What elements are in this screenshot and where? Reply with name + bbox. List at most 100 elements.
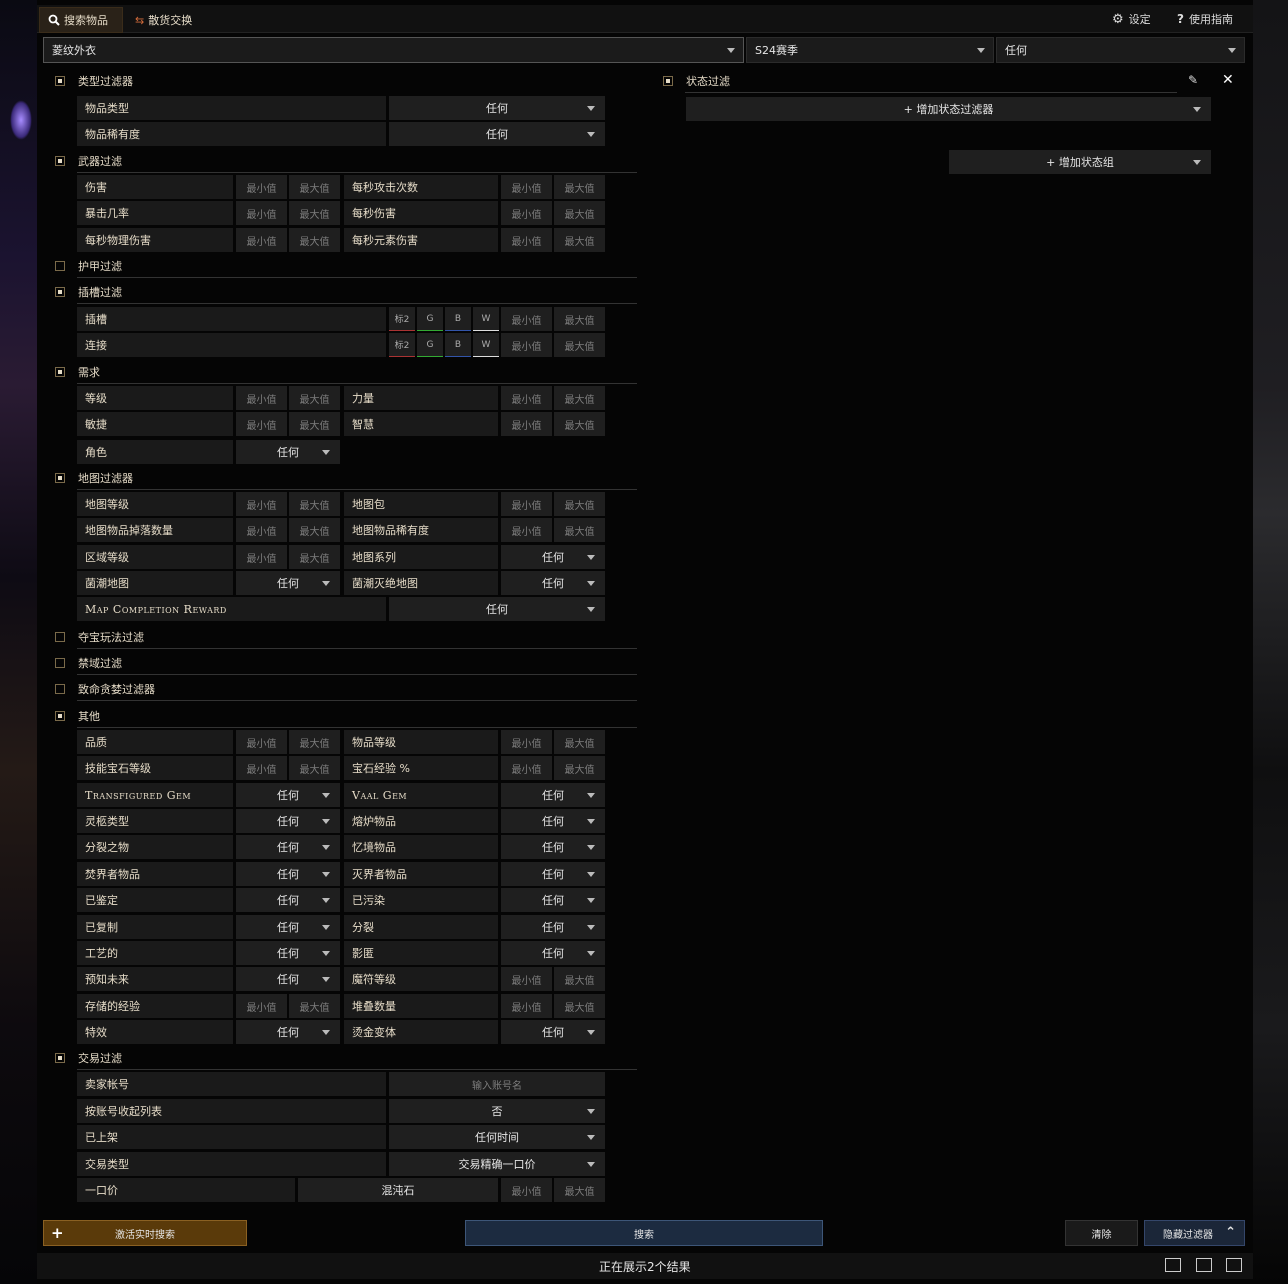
links-min-input[interactable]: 最小值 [501, 333, 552, 357]
aps-max-input[interactable]: 最大值 [554, 175, 605, 199]
int-min-input[interactable]: 最小值 [501, 412, 552, 436]
foreseeing-select[interactable]: 任何 [236, 967, 340, 991]
sanctum-filter-toggle[interactable] [55, 658, 65, 668]
stat-filter-toggle[interactable] [663, 76, 673, 86]
close-icon[interactable]: ✕ [1222, 72, 1234, 88]
ravaged-select[interactable]: 任何 [501, 571, 605, 595]
layout-normal-icon[interactable] [1196, 1258, 1212, 1272]
ilvl-min-input[interactable]: 最小值 [501, 730, 552, 754]
weapon-filter-toggle[interactable] [55, 156, 65, 166]
links-white-input[interactable]: W [473, 333, 499, 357]
item-type-select[interactable]: 任何 [389, 96, 605, 120]
gem-level-min-input[interactable]: 最小值 [236, 756, 287, 780]
sale-type-select[interactable]: 交易精确一口价 [389, 1152, 605, 1176]
int-max-input[interactable]: 最大值 [554, 412, 605, 436]
type-filter-toggle[interactable] [55, 76, 65, 86]
gem-exp-max-input[interactable]: 最大值 [554, 756, 605, 780]
split-select[interactable]: 任何 [501, 915, 605, 939]
pdps-min-input[interactable]: 最小值 [236, 228, 287, 252]
map-series-select[interactable]: 任何 [501, 545, 605, 569]
sockets-blue-input[interactable]: B [445, 307, 471, 331]
ultimatum-filter-toggle[interactable] [55, 684, 65, 694]
fractured-select[interactable]: 任何 [236, 835, 340, 859]
crafted-select[interactable]: 任何 [236, 941, 340, 965]
tab-bulk-exchange[interactable]: ⇆ 散货交换 [127, 7, 207, 33]
mirrored-select[interactable]: 任何 [236, 915, 340, 939]
area-level-max-input[interactable]: 最大值 [289, 545, 340, 569]
stored-exp-min-input[interactable]: 最小值 [236, 994, 287, 1018]
gem-level-max-input[interactable]: 最大值 [289, 756, 340, 780]
stack-size-min-input[interactable]: 最小值 [501, 994, 552, 1018]
map-iir-min-input[interactable]: 最小值 [501, 518, 552, 542]
rarity-select[interactable]: 任何 [389, 122, 605, 146]
aps-min-input[interactable]: 最小值 [501, 175, 552, 199]
heist-filter-toggle[interactable] [55, 632, 65, 642]
ilvl-max-input[interactable]: 最大值 [554, 730, 605, 754]
veiled-select[interactable]: 任何 [501, 941, 605, 965]
damage-max-input[interactable]: 最大值 [289, 175, 340, 199]
vaal-gem-select[interactable]: 任何 [501, 783, 605, 807]
settings-button[interactable]: ⚙ 设定 [1112, 11, 1151, 27]
links-green-input[interactable]: G [417, 333, 443, 357]
trade-filter-toggle[interactable] [55, 1053, 65, 1063]
transfigured-select[interactable]: 任何 [236, 783, 340, 807]
live-search-button[interactable]: + 激活实时搜索 [43, 1220, 247, 1246]
map-packsize-max-input[interactable]: 最大值 [554, 492, 605, 516]
layout-wide-icon[interactable] [1226, 1258, 1242, 1272]
clear-button[interactable]: 清除 [1065, 1220, 1138, 1246]
searing-select[interactable]: 任何 [236, 862, 340, 886]
corpse-select[interactable]: 任何 [236, 809, 340, 833]
map-iir-max-input[interactable]: 最大值 [554, 518, 605, 542]
crit-max-input[interactable]: 最大值 [289, 201, 340, 225]
corrupted-select[interactable]: 任何 [501, 888, 605, 912]
map-tier-max-input[interactable]: 最大值 [289, 492, 340, 516]
armour-filter-toggle[interactable] [55, 261, 65, 271]
map-iiq-min-input[interactable]: 最小值 [236, 518, 287, 542]
layout-compact-icon[interactable] [1165, 1258, 1181, 1272]
crit-min-input[interactable]: 最小值 [236, 201, 287, 225]
map-tier-min-input[interactable]: 最小值 [236, 492, 287, 516]
currency-select[interactable]: 混沌石 [298, 1178, 498, 1202]
quality-max-input[interactable]: 最大值 [289, 730, 340, 754]
dps-min-input[interactable]: 最小值 [501, 201, 552, 225]
map-packsize-min-input[interactable]: 最小值 [501, 492, 552, 516]
socket-filter-toggle[interactable] [55, 287, 65, 297]
guide-button[interactable]: ? 使用指南 [1177, 11, 1233, 27]
rune-tier-max-input[interactable]: 最大值 [554, 967, 605, 991]
add-stat-group-select[interactable]: + 增加状态组 [949, 150, 1211, 174]
effect-select[interactable]: 任何 [236, 1020, 340, 1044]
stack-size-max-input[interactable]: 最大值 [554, 994, 605, 1018]
sockets-max-input[interactable]: 最大值 [554, 307, 605, 331]
map-iiq-max-input[interactable]: 最大值 [289, 518, 340, 542]
level-min-input[interactable]: 最小值 [236, 386, 287, 410]
dps-max-input[interactable]: 最大值 [554, 201, 605, 225]
search-button[interactable]: 搜索 [465, 1220, 823, 1246]
crucible-select[interactable]: 任何 [501, 809, 605, 833]
buyout-max-input[interactable]: 最大值 [554, 1178, 605, 1202]
links-max-input[interactable]: 最大值 [554, 333, 605, 357]
sockets-red-input[interactable]: 标2 [389, 307, 415, 331]
edps-max-input[interactable]: 最大值 [554, 228, 605, 252]
pdps-max-input[interactable]: 最大值 [289, 228, 340, 252]
class-select[interactable]: 任何 [236, 440, 340, 464]
blighted-select[interactable]: 任何 [236, 571, 340, 595]
stored-exp-max-input[interactable]: 最大值 [289, 994, 340, 1018]
misc-filter-toggle[interactable] [55, 711, 65, 721]
item-search-input[interactable]: 菱纹外衣 [43, 37, 744, 63]
map-completion-select[interactable]: 任何 [389, 597, 605, 621]
eater-select[interactable]: 任何 [501, 862, 605, 886]
req-filter-toggle[interactable] [55, 367, 65, 377]
area-level-min-input[interactable]: 最小值 [236, 545, 287, 569]
seller-input[interactable]: 输入账号名 [389, 1072, 605, 1096]
links-blue-input[interactable]: B [445, 333, 471, 357]
rune-tier-min-input[interactable]: 最小值 [501, 967, 552, 991]
str-min-input[interactable]: 最小值 [501, 386, 552, 410]
gem-exp-min-input[interactable]: 最小值 [501, 756, 552, 780]
dex-min-input[interactable]: 最小值 [236, 412, 287, 436]
hide-filters-button[interactable]: 隐藏过滤器 ⌃ [1144, 1220, 1245, 1246]
damage-min-input[interactable]: 最小值 [236, 175, 287, 199]
identified-select[interactable]: 任何 [236, 888, 340, 912]
edit-icon[interactable]: ✎ [1188, 73, 1198, 87]
listed-select[interactable]: 任何时间 [389, 1125, 605, 1149]
sockets-green-input[interactable]: G [417, 307, 443, 331]
